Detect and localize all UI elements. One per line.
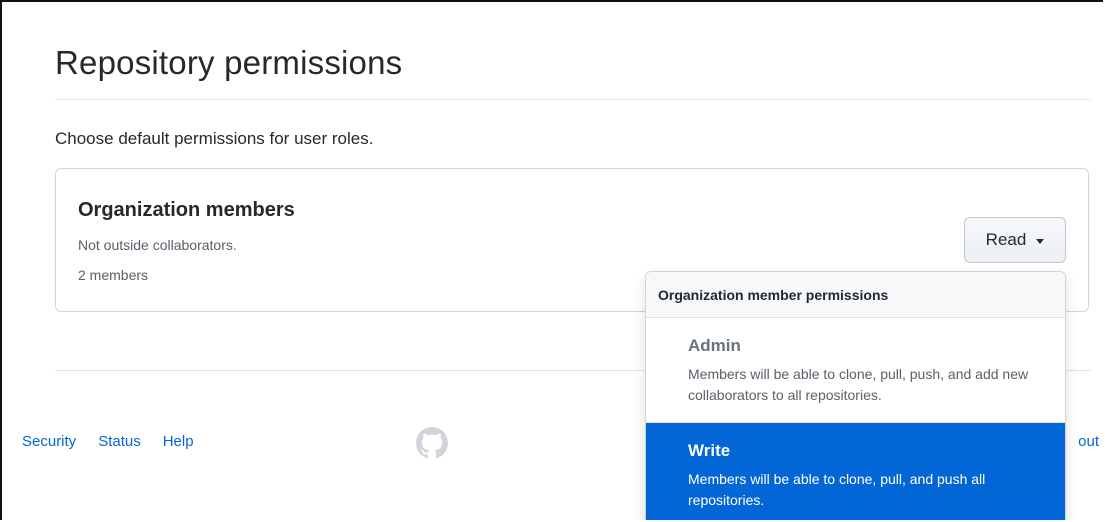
card-title: Organization members — [78, 199, 295, 221]
title-divider — [55, 99, 1091, 100]
page-description: Choose default permissions for user role… — [55, 129, 374, 148]
github-icon[interactable] — [416, 427, 448, 459]
permission-dropdown-menu: Organization member permissions Admin Me… — [645, 271, 1066, 520]
page-title: Repository permissions — [55, 44, 403, 81]
footer-link-help[interactable]: Help — [163, 433, 194, 450]
permission-select-button[interactable]: Read — [964, 217, 1066, 263]
footer-link-about[interactable]: out — [1078, 433, 1099, 450]
footer-links: Security Status Help — [22, 433, 194, 450]
permission-select-label: Read — [985, 230, 1027, 249]
footer-link-status[interactable]: Status — [98, 433, 141, 450]
member-count: 2 members — [78, 267, 149, 283]
option-description: Members will be able to clone, pull, pus… — [688, 366, 1029, 403]
option-description: Members will be able to clone, pull, and… — [688, 471, 986, 508]
option-title: Admin — [688, 336, 741, 355]
dropdown-option-admin[interactable]: Admin Members will be able to clone, pul… — [646, 318, 1065, 423]
app-frame: Repository permissions Choose default pe… — [0, 0, 1103, 520]
dropdown-option-write[interactable]: Write Members will be able to clone, pul… — [646, 423, 1065, 520]
option-title: Write — [688, 441, 731, 460]
footer-link-security[interactable]: Security — [22, 433, 76, 450]
dropdown-header: Organization member permissions — [646, 272, 1065, 318]
card-subtitle: Not outside collaborators. — [78, 237, 237, 253]
caret-down-icon — [1036, 238, 1045, 244]
